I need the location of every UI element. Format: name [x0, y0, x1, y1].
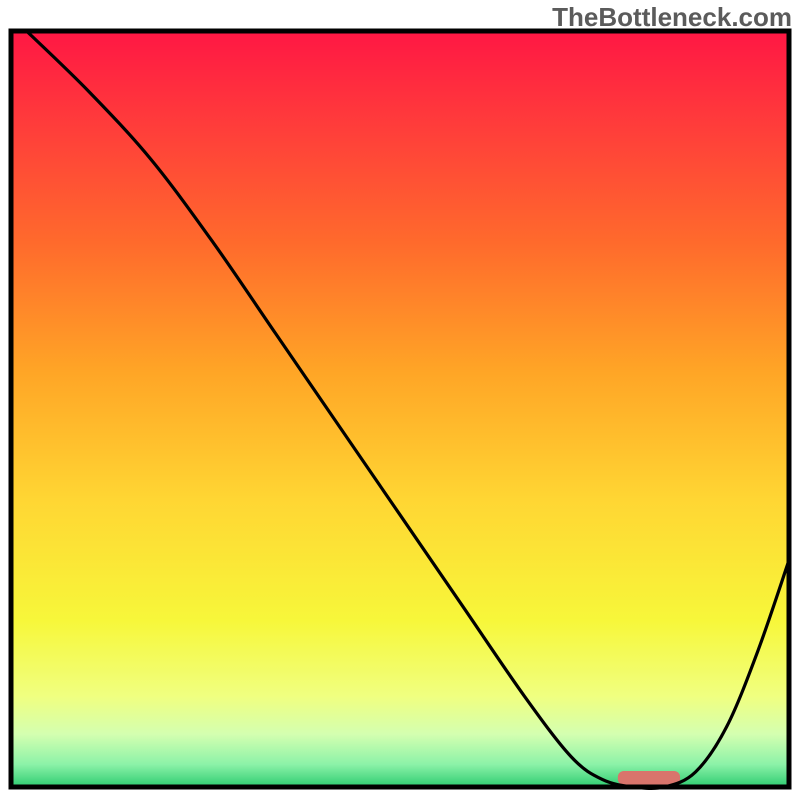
watermark-text: TheBottleneck.com	[552, 2, 792, 33]
bottleneck-chart: TheBottleneck.com	[0, 0, 800, 800]
plot-background	[11, 31, 789, 787]
chart-svg	[0, 0, 800, 800]
optimum-marker	[618, 771, 680, 785]
